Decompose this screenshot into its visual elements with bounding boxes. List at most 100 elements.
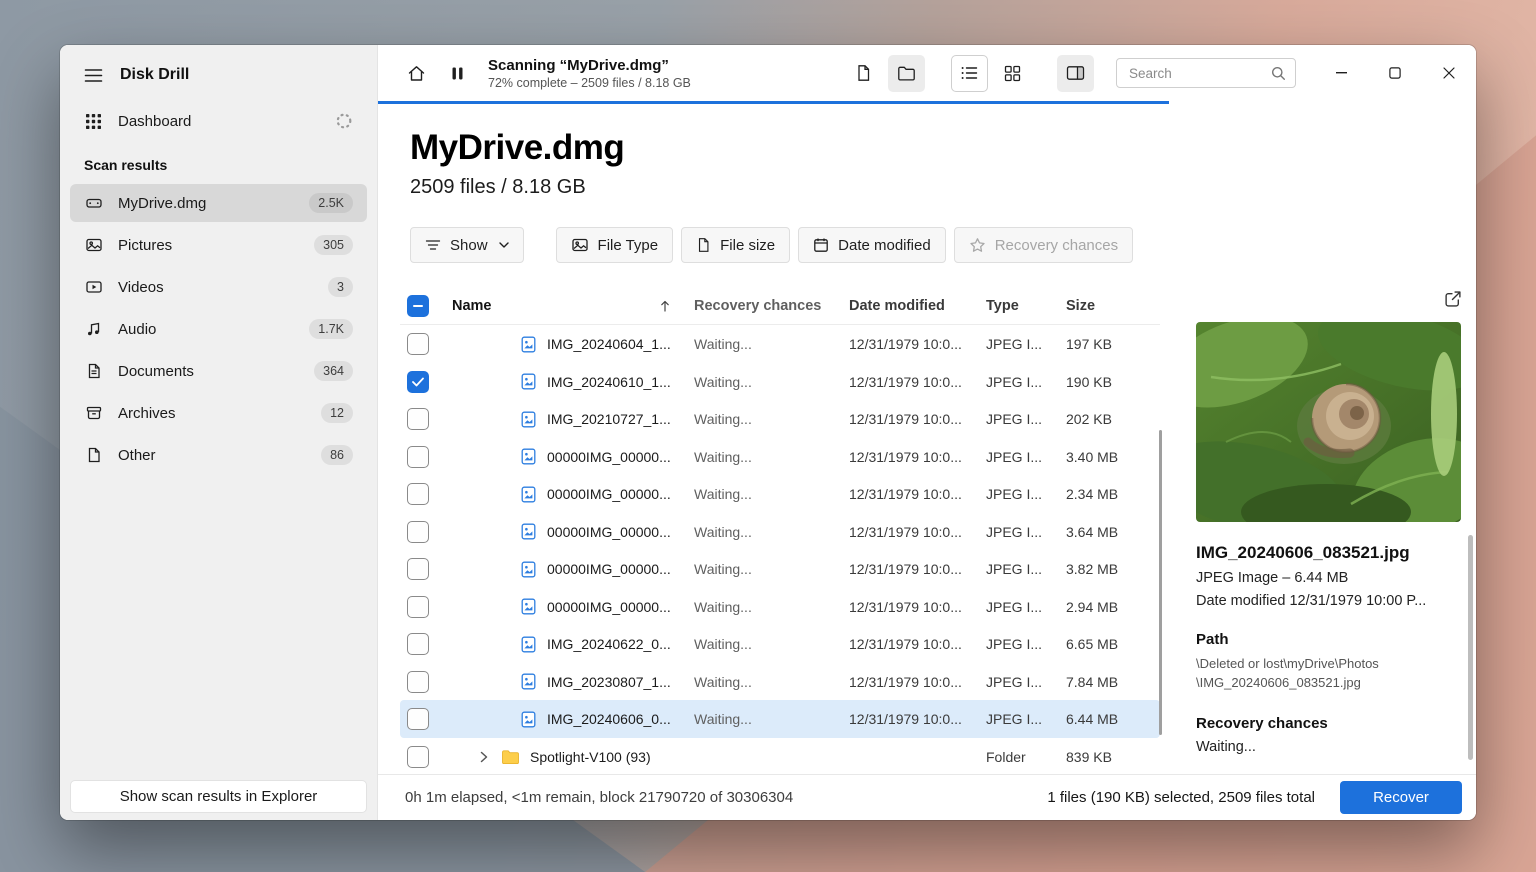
file-row[interactable]: IMG_20230807_1... Waiting... 12/31/1979 …	[400, 663, 1160, 701]
column-header-date[interactable]: Date modified	[842, 298, 982, 314]
file-row[interactable]: IMG_20240606_0... Waiting... 12/31/1979 …	[400, 700, 1160, 738]
file-type: JPEG I...	[982, 711, 1060, 727]
file-date-modified: 12/31/1979 10:0...	[842, 524, 982, 540]
page-title: MyDrive.dmg	[410, 128, 1174, 168]
row-checkbox[interactable]	[407, 746, 429, 768]
jpeg-file-icon	[520, 673, 537, 690]
sidebar-item-documents[interactable]: Documents 364	[70, 352, 367, 390]
sidebar-item-label: Pictures	[118, 237, 172, 254]
audio-icon	[84, 320, 103, 338]
file-recovery-chances: Waiting...	[690, 711, 842, 727]
file-type: JPEG I...	[982, 599, 1060, 615]
filter-file-size-button[interactable]: File size	[681, 227, 790, 263]
file-row[interactable]: IMG_20240604_1... Waiting... 12/31/1979 …	[400, 325, 1160, 363]
folder-view-button[interactable]	[888, 55, 925, 92]
other-icon	[84, 446, 103, 464]
desktop-background: Disk Drill Dashboard Scan results MyDriv…	[0, 0, 1536, 872]
preview-scrollbar[interactable]	[1468, 535, 1473, 760]
file-list-scrollbar[interactable]	[1159, 430, 1162, 735]
open-external-button[interactable]	[1444, 290, 1462, 311]
jpeg-file-icon	[520, 486, 537, 503]
sidebar-item-pictures[interactable]: Pictures 305	[70, 226, 367, 264]
sidebar-item-label: Documents	[118, 363, 194, 380]
row-checkbox[interactable]	[407, 671, 429, 693]
scan-title: Scanning “MyDrive.dmg”	[488, 57, 691, 74]
filter-bar: Show File Type File size Date modified R…	[410, 227, 1174, 263]
preview-panel-toggle-button[interactable]	[1057, 55, 1094, 92]
content-row: MyDrive.dmg 2509 files / 8.18 GB Show Fi…	[378, 104, 1476, 774]
file-row[interactable]: 00000IMG_00000... Waiting... 12/31/1979 …	[400, 438, 1160, 476]
file-name: IMG_20240606_0...	[547, 711, 671, 727]
drive-icon	[84, 194, 103, 212]
document-view-button[interactable]	[845, 55, 882, 92]
recover-button[interactable]: Recover	[1340, 781, 1462, 814]
chevron-right-icon[interactable]	[480, 751, 488, 763]
close-button[interactable]	[1422, 53, 1476, 93]
file-row[interactable]: IMG_20240622_0... Waiting... 12/31/1979 …	[400, 625, 1160, 663]
jpeg-file-icon	[520, 336, 537, 353]
row-checkbox[interactable]	[407, 633, 429, 655]
search-input[interactable]	[1127, 65, 1271, 82]
show-in-explorer-button[interactable]: Show scan results in Explorer	[70, 780, 367, 813]
row-checkbox[interactable]	[407, 333, 429, 355]
column-header-name[interactable]: Name	[440, 298, 690, 314]
file-type: JPEG I...	[982, 486, 1060, 502]
filter-date-modified-button[interactable]: Date modified	[798, 227, 946, 263]
sort-up-icon	[660, 300, 670, 312]
file-date-modified: 12/31/1979 10:0...	[842, 674, 982, 690]
file-recovery-chances: Waiting...	[690, 374, 842, 390]
sidebar-item-videos[interactable]: Videos 3	[70, 268, 367, 306]
file-name: IMG_20240604_1...	[547, 336, 671, 352]
file-size: 3.40 MB	[1060, 449, 1160, 465]
filter-recovery-chances-button[interactable]: Recovery chances	[954, 227, 1133, 263]
sidebar-item-other[interactable]: Other 86	[70, 436, 367, 474]
row-checkbox[interactable]	[407, 596, 429, 618]
column-header-recovery[interactable]: Recovery chances	[690, 298, 842, 314]
star-icon	[969, 237, 986, 253]
file-name: IMG_20230807_1...	[547, 674, 671, 690]
row-checkbox[interactable]	[407, 708, 429, 730]
file-name: 00000IMG_00000...	[547, 599, 671, 615]
hamburger-menu-icon[interactable]	[84, 68, 103, 83]
home-button[interactable]	[398, 55, 435, 92]
row-checkbox[interactable]	[407, 521, 429, 543]
jpeg-file-icon	[520, 598, 537, 615]
row-checkbox[interactable]	[407, 483, 429, 505]
filter-show-button[interactable]: Show	[410, 227, 524, 263]
file-date-modified: 12/31/1979 10:0...	[842, 561, 982, 577]
sidebar-item-archives[interactable]: Archives 12	[70, 394, 367, 432]
search-box[interactable]	[1116, 58, 1296, 88]
filter-file-type-button[interactable]: File Type	[556, 227, 674, 263]
file-table-body: IMG_20240604_1... Waiting... 12/31/1979 …	[400, 325, 1160, 774]
file-row[interactable]: IMG_20240610_1... Waiting... 12/31/1979 …	[400, 363, 1160, 401]
file-name: 00000IMG_00000...	[547, 486, 671, 502]
sidebar-item-audio[interactable]: Audio 1.7K	[70, 310, 367, 348]
file-type: JPEG I...	[982, 449, 1060, 465]
row-checkbox[interactable]	[407, 371, 429, 393]
sidebar-item-dashboard[interactable]: Dashboard	[70, 102, 367, 140]
sidebar-item-mydrive[interactable]: MyDrive.dmg 2.5K	[70, 184, 367, 222]
pause-scan-button[interactable]	[439, 55, 476, 92]
grid-view-button[interactable]	[994, 55, 1031, 92]
minimize-button[interactable]	[1314, 53, 1368, 93]
scan-subtitle: 72% complete – 2509 files / 8.18 GB	[488, 76, 691, 90]
file-row[interactable]: 00000IMG_00000... Waiting... 12/31/1979 …	[400, 475, 1160, 513]
file-type: JPEG I...	[982, 336, 1060, 352]
file-row[interactable]: 00000IMG_00000... Waiting... 12/31/1979 …	[400, 513, 1160, 551]
row-checkbox[interactable]	[407, 408, 429, 430]
file-recovery-chances: Waiting...	[690, 674, 842, 690]
maximize-button[interactable]	[1368, 53, 1422, 93]
select-all-checkbox[interactable]	[407, 295, 429, 317]
file-row[interactable]: 00000IMG_00000... Waiting... 12/31/1979 …	[400, 588, 1160, 626]
file-row[interactable]: Spotlight-V100 (93) Folder 839 KB	[400, 738, 1160, 774]
file-row[interactable]: IMG_20210727_1... Waiting... 12/31/1979 …	[400, 400, 1160, 438]
chevron-down-icon	[499, 242, 509, 248]
row-checkbox[interactable]	[407, 446, 429, 468]
file-row[interactable]: 00000IMG_00000... Waiting... 12/31/1979 …	[400, 550, 1160, 588]
list-view-button[interactable]	[951, 55, 988, 92]
column-header-type[interactable]: Type	[982, 298, 1060, 314]
documents-icon	[84, 362, 103, 380]
count-badge: 12	[321, 403, 353, 424]
column-header-size[interactable]: Size	[1060, 298, 1160, 314]
row-checkbox[interactable]	[407, 558, 429, 580]
